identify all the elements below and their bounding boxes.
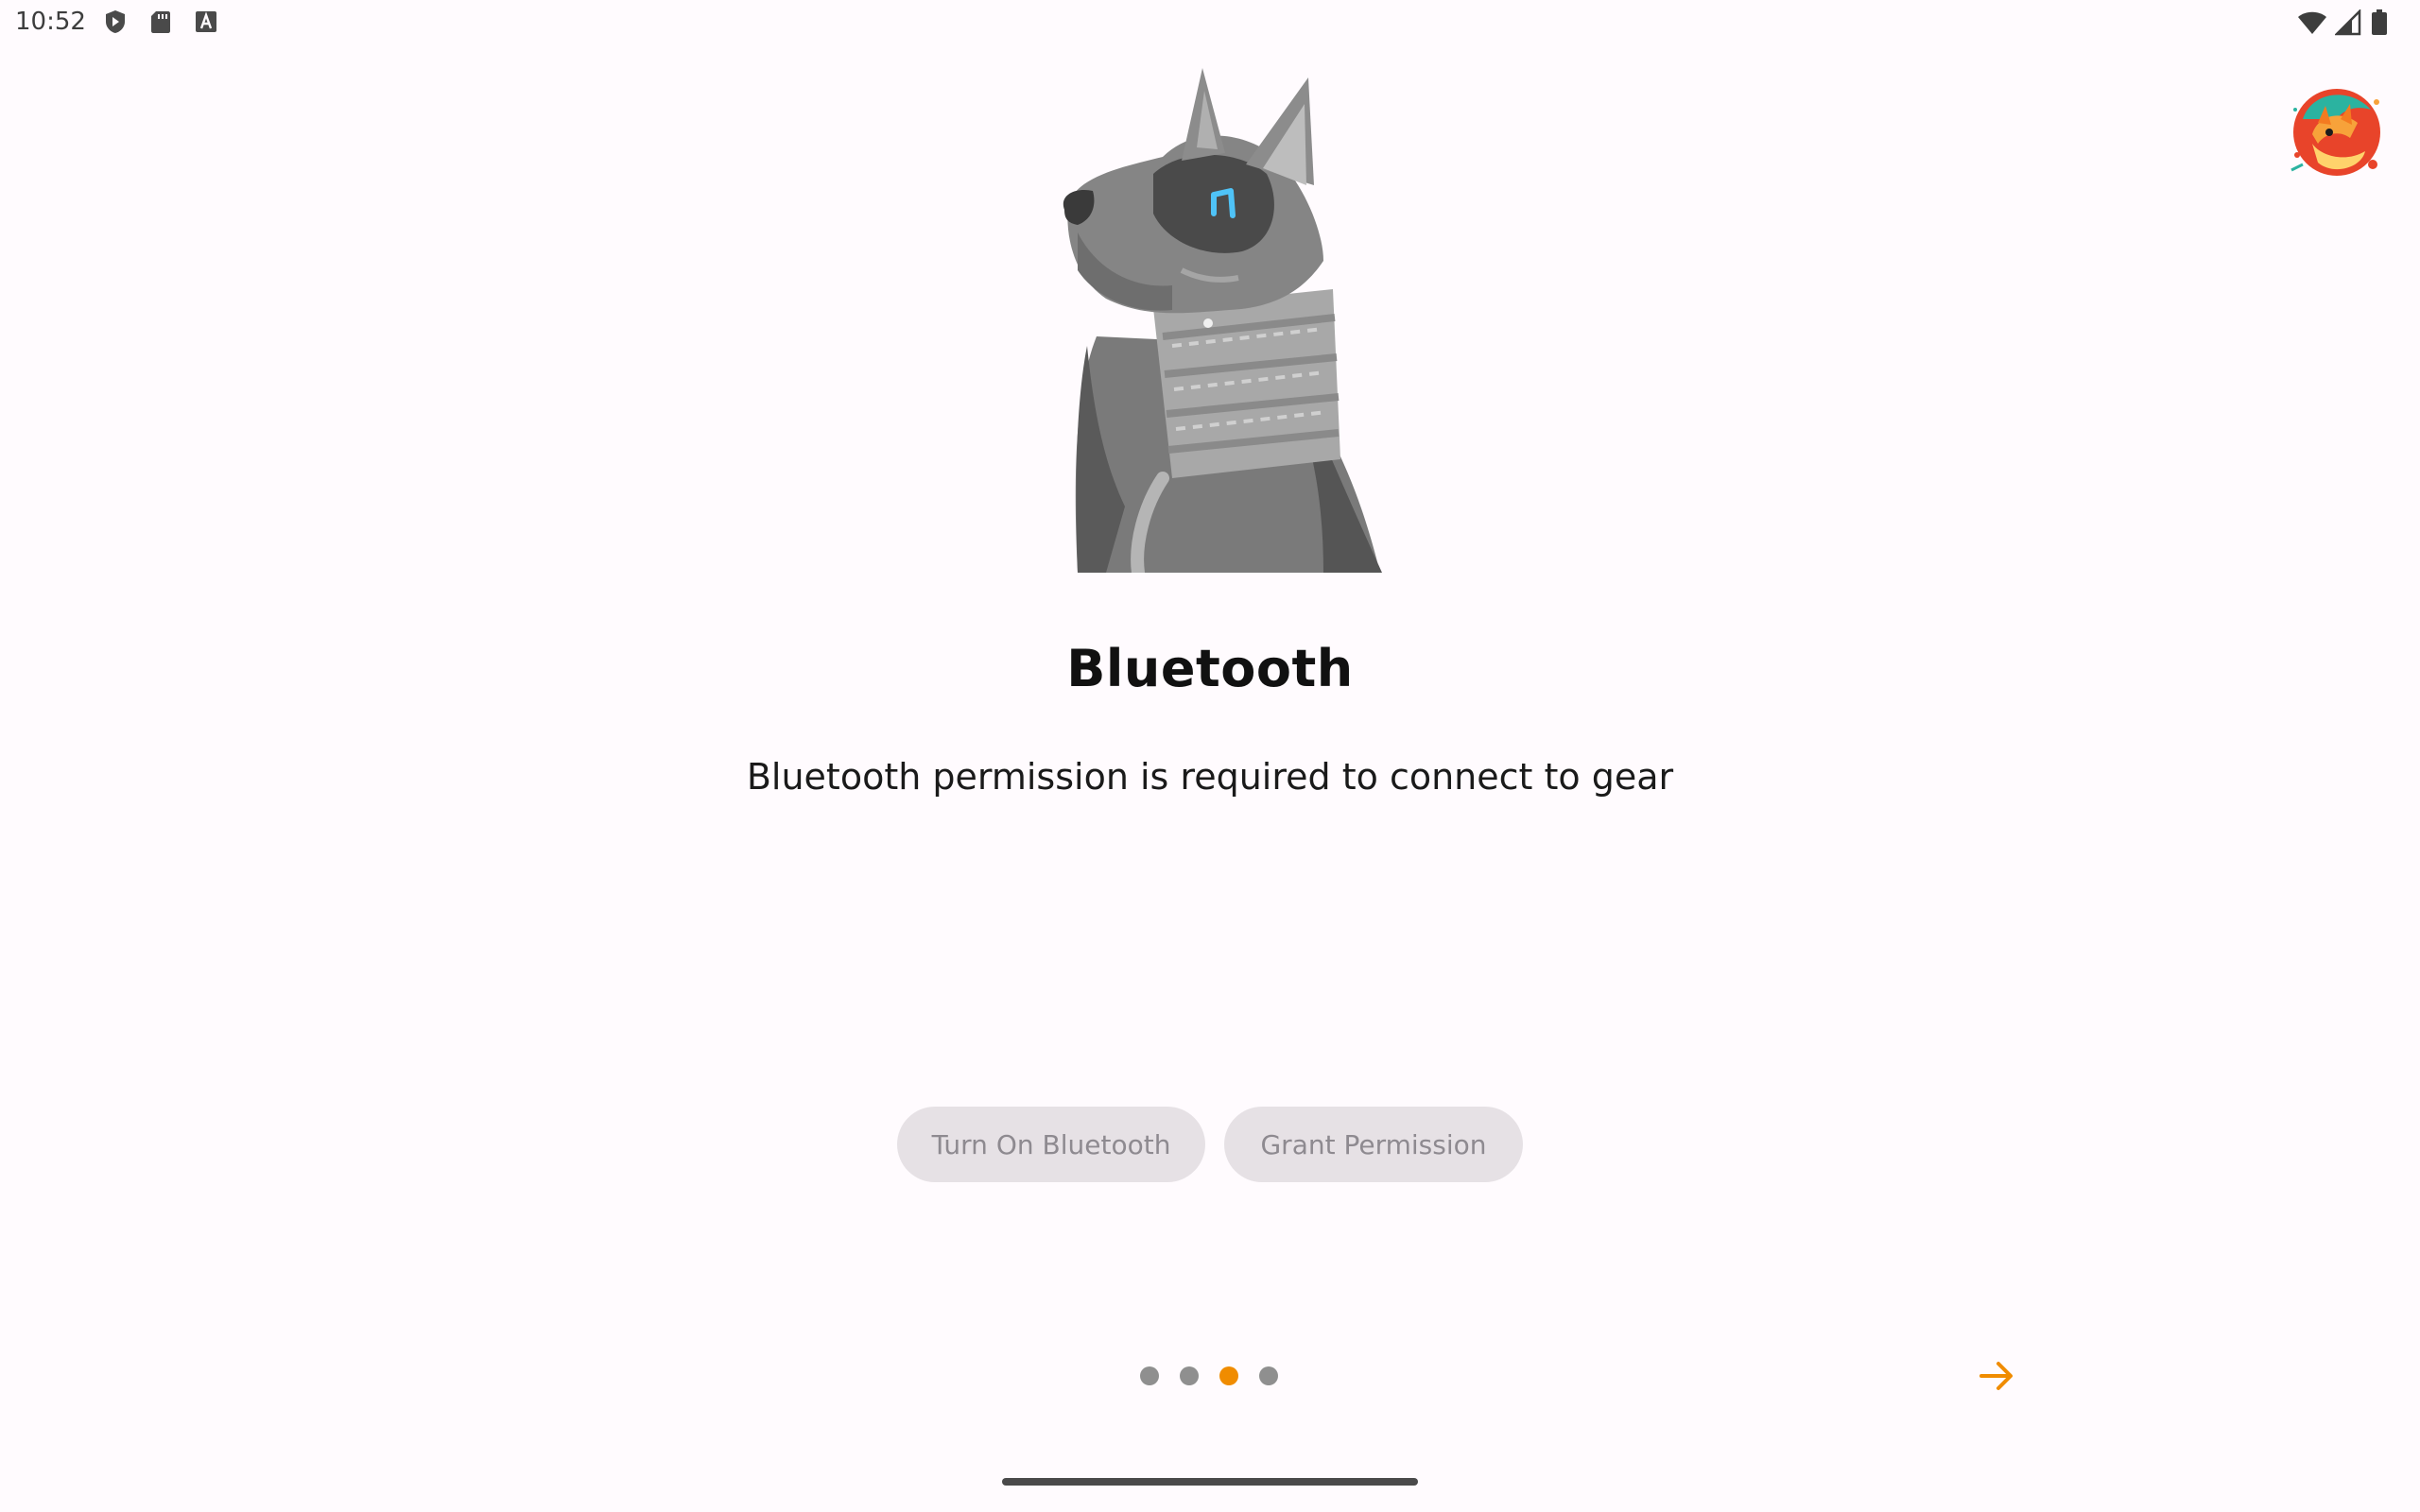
page-title: Bluetooth bbox=[1066, 639, 1354, 698]
turn-on-bluetooth-button[interactable]: Turn On Bluetooth bbox=[897, 1107, 1205, 1182]
page-dot-1[interactable] bbox=[1140, 1366, 1159, 1385]
play-protect-icon bbox=[102, 9, 129, 35]
keyboard-a-icon bbox=[193, 9, 219, 35]
wifi-icon bbox=[2297, 9, 2327, 40]
status-right-icons bbox=[2297, 8, 2401, 36]
onboarding-screen: 10:52 Bluetooth Bluetooth permission is … bbox=[0, 0, 2420, 1512]
page-dot-4[interactable] bbox=[1259, 1366, 1278, 1385]
robot-dog-illustration bbox=[1040, 62, 1399, 579]
page-description: Bluetooth permission is required to conn… bbox=[746, 756, 1674, 798]
page-indicator bbox=[1140, 1366, 1282, 1387]
home-gesture-bar[interactable] bbox=[1002, 1478, 1418, 1486]
battery-icon bbox=[2371, 9, 2388, 40]
profile-avatar[interactable] bbox=[2284, 81, 2386, 183]
status-bar: 10:52 bbox=[0, 0, 2420, 45]
status-time: 10:52 bbox=[15, 8, 86, 36]
grant-permission-button[interactable]: Grant Permission bbox=[1224, 1107, 1523, 1182]
signal-icon bbox=[2333, 8, 2361, 40]
sd-card-icon bbox=[147, 9, 174, 35]
next-arrow-icon[interactable] bbox=[1976, 1355, 2017, 1397]
page-dot-3-active[interactable] bbox=[1219, 1366, 1238, 1385]
page-dot-2[interactable] bbox=[1180, 1366, 1199, 1385]
